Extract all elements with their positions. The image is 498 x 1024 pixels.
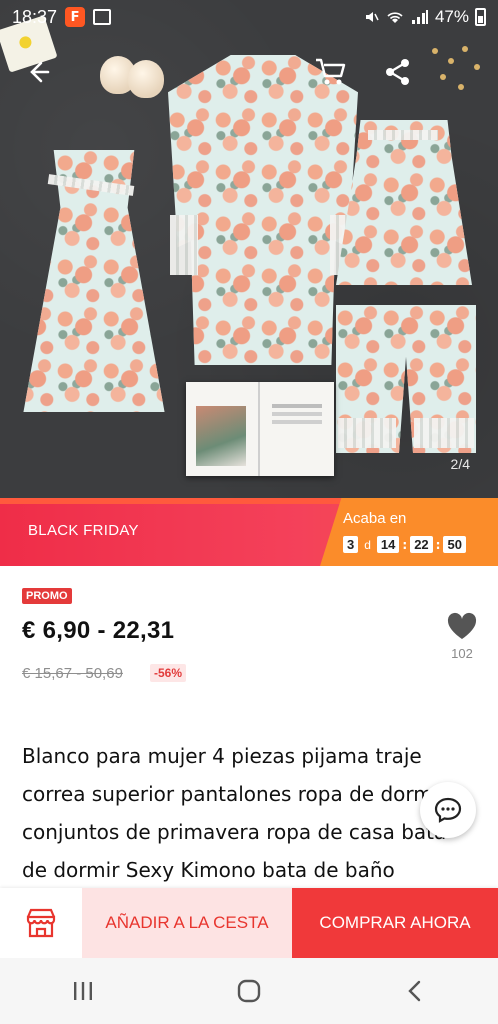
share-icon[interactable]: [378, 52, 418, 92]
home-icon[interactable]: [219, 971, 279, 1011]
booklet-image: [186, 382, 334, 476]
countdown-timer: 3 d 14 : 22 : 50: [343, 536, 466, 553]
wishlist-button[interactable]: 102: [442, 612, 482, 672]
countdown-seconds: 50: [443, 536, 466, 553]
wifi-icon: [387, 12, 403, 23]
product-title: Blanco para mujer 4 piezas pijama traje …: [22, 744, 447, 882]
banner-label: BLACK FRIDAY: [28, 522, 139, 539]
system-nav-bar: [0, 958, 498, 1024]
countdown-minutes: 22: [410, 536, 433, 553]
promo-badge: PROMO: [22, 588, 72, 604]
decorative-beads: [422, 40, 492, 100]
kimono-robe-image: [168, 55, 358, 365]
signal-icon: [411, 10, 428, 24]
store-button[interactable]: [0, 888, 82, 958]
store-icon: [26, 908, 56, 938]
black-friday-banner[interactable]: BLACK FRIDAY: [0, 498, 498, 566]
countdown-days: 3: [343, 536, 359, 553]
discount-badge: -56%: [150, 664, 187, 682]
app-notification-icon: F: [65, 7, 86, 27]
original-price: € 15,67 - 50,69: [22, 665, 123, 682]
bottom-action-bar: AÑADIR A LA CESTA COMPRAR AHORA: [0, 888, 498, 958]
battery-icon: [475, 8, 486, 26]
battery-percent: 47%: [434, 7, 469, 26]
chat-icon: [434, 797, 462, 823]
countdown-hours: 14: [376, 536, 400, 553]
bra-pads-image: [100, 56, 166, 98]
back-arrow-icon[interactable]: [18, 52, 58, 92]
status-bar: 18:37 F 47%: [0, 0, 498, 34]
gallery-notification-icon: [93, 9, 112, 25]
price-range: € 6,90 - 22,31: [22, 617, 175, 644]
countdown-label: Acaba en: [343, 510, 407, 527]
add-to-cart-button[interactable]: AÑADIR A LA CESTA: [82, 888, 292, 958]
system-back-icon[interactable]: [385, 971, 445, 1011]
heart-icon: [447, 612, 477, 639]
image-counter: 2/4: [450, 456, 470, 472]
countdown-panel: [320, 498, 498, 566]
status-time: 18:37: [12, 6, 58, 27]
product-image-gallery[interactable]: 2/4: [0, 0, 498, 498]
buy-now-button[interactable]: COMPRAR AHORA: [292, 888, 498, 958]
recent-apps-icon[interactable]: [53, 971, 113, 1011]
product-page: 2/4 18:37 F 47% BLACK FRIDAY Acaba en 3 …: [0, 0, 498, 1024]
wishlist-count: 102: [451, 646, 473, 661]
chat-button[interactable]: [420, 782, 476, 838]
mute-icon: [365, 12, 379, 22]
cart-icon[interactable]: [310, 52, 350, 92]
countdown-days-unit: d: [364, 537, 371, 552]
